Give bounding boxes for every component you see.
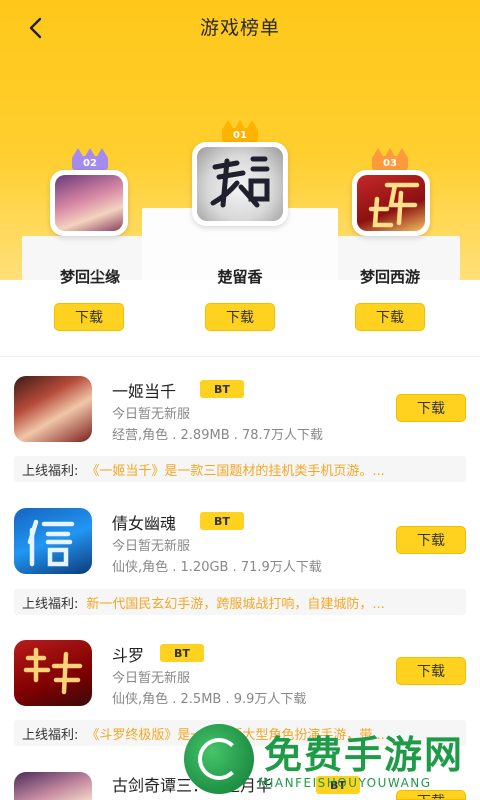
benefit-bar: 上线福利: 《一姬当千》是一款三国题材的挂机类手机页游。... — [14, 456, 466, 482]
benefit-label: 上线福利: — [22, 463, 79, 479]
watermark-logo — [184, 724, 254, 794]
rank-badge: 02 — [72, 148, 108, 170]
game-icon[interactable] — [14, 640, 92, 706]
game-meta: 仙侠,角色 . 1.20GB . 71.9万人下载 — [112, 560, 322, 575]
game-meta: 仙侠,角色 . 2.5MB . 9.9万人下载 — [112, 692, 307, 707]
game-name: 斗罗 — [112, 646, 145, 665]
server-status: 今日暂无新服 — [112, 407, 191, 422]
download-button[interactable]: 下载 — [205, 303, 275, 331]
divider — [0, 356, 480, 357]
download-button[interactable]: 下载 — [396, 526, 466, 554]
benefit-bar: 上线福利: 新一代国民玄幻手游，跨服城战打响，自建城防，... — [14, 589, 466, 615]
game-icon[interactable] — [352, 170, 430, 236]
rank-badge: 01 — [222, 120, 258, 142]
watermark-subtitle: MIANFEISHOUYOUWANG — [258, 776, 432, 790]
game-icon[interactable] — [14, 508, 92, 574]
game-name: 楚留香 — [217, 268, 263, 286]
rank-badge: 03 — [372, 148, 408, 170]
benefit-label: 上线福利: — [22, 727, 79, 743]
game-name: 梦回西游 — [359, 268, 420, 286]
download-button[interactable]: 下载 — [54, 303, 124, 331]
download-button[interactable]: 下载 — [396, 657, 466, 685]
bt-badge: BT — [200, 380, 244, 398]
game-icon[interactable] — [192, 142, 288, 226]
benefit-label: 上线福利: — [22, 596, 79, 612]
server-status: 今日暂无新服 — [112, 671, 191, 686]
game-name: 倩女幽魂 — [112, 514, 177, 533]
download-button[interactable]: 下载 — [355, 303, 425, 331]
bt-badge: BT — [200, 512, 244, 530]
benefit-text: 新一代国民玄幻手游，跨服城战打响，自建城防，... — [86, 596, 385, 612]
bt-badge: BT — [160, 644, 204, 662]
game-name: 梦回尘缘 — [59, 268, 120, 286]
watermark: 免费手游网 MIANFEISHOUYOUWANG — [184, 722, 480, 800]
page-title: 游戏榜单 — [199, 17, 280, 39]
game-icon[interactable] — [50, 170, 128, 236]
game-meta: 经营,角色 . 2.89MB . 78.7万人下载 — [112, 428, 323, 443]
game-name: 一姬当千 — [112, 382, 177, 401]
game-icon[interactable] — [14, 772, 92, 800]
download-button[interactable]: 下载 — [396, 394, 466, 422]
watermark-title: 免费手游网 — [264, 733, 465, 777]
server-status: 今日暂无新服 — [112, 539, 191, 554]
game-icon[interactable] — [14, 376, 92, 442]
nav-bar: 游戏榜单 — [0, 0, 480, 56]
benefit-text: 《一姬当千》是一款三国题材的挂机类手机页游。... — [86, 463, 385, 479]
